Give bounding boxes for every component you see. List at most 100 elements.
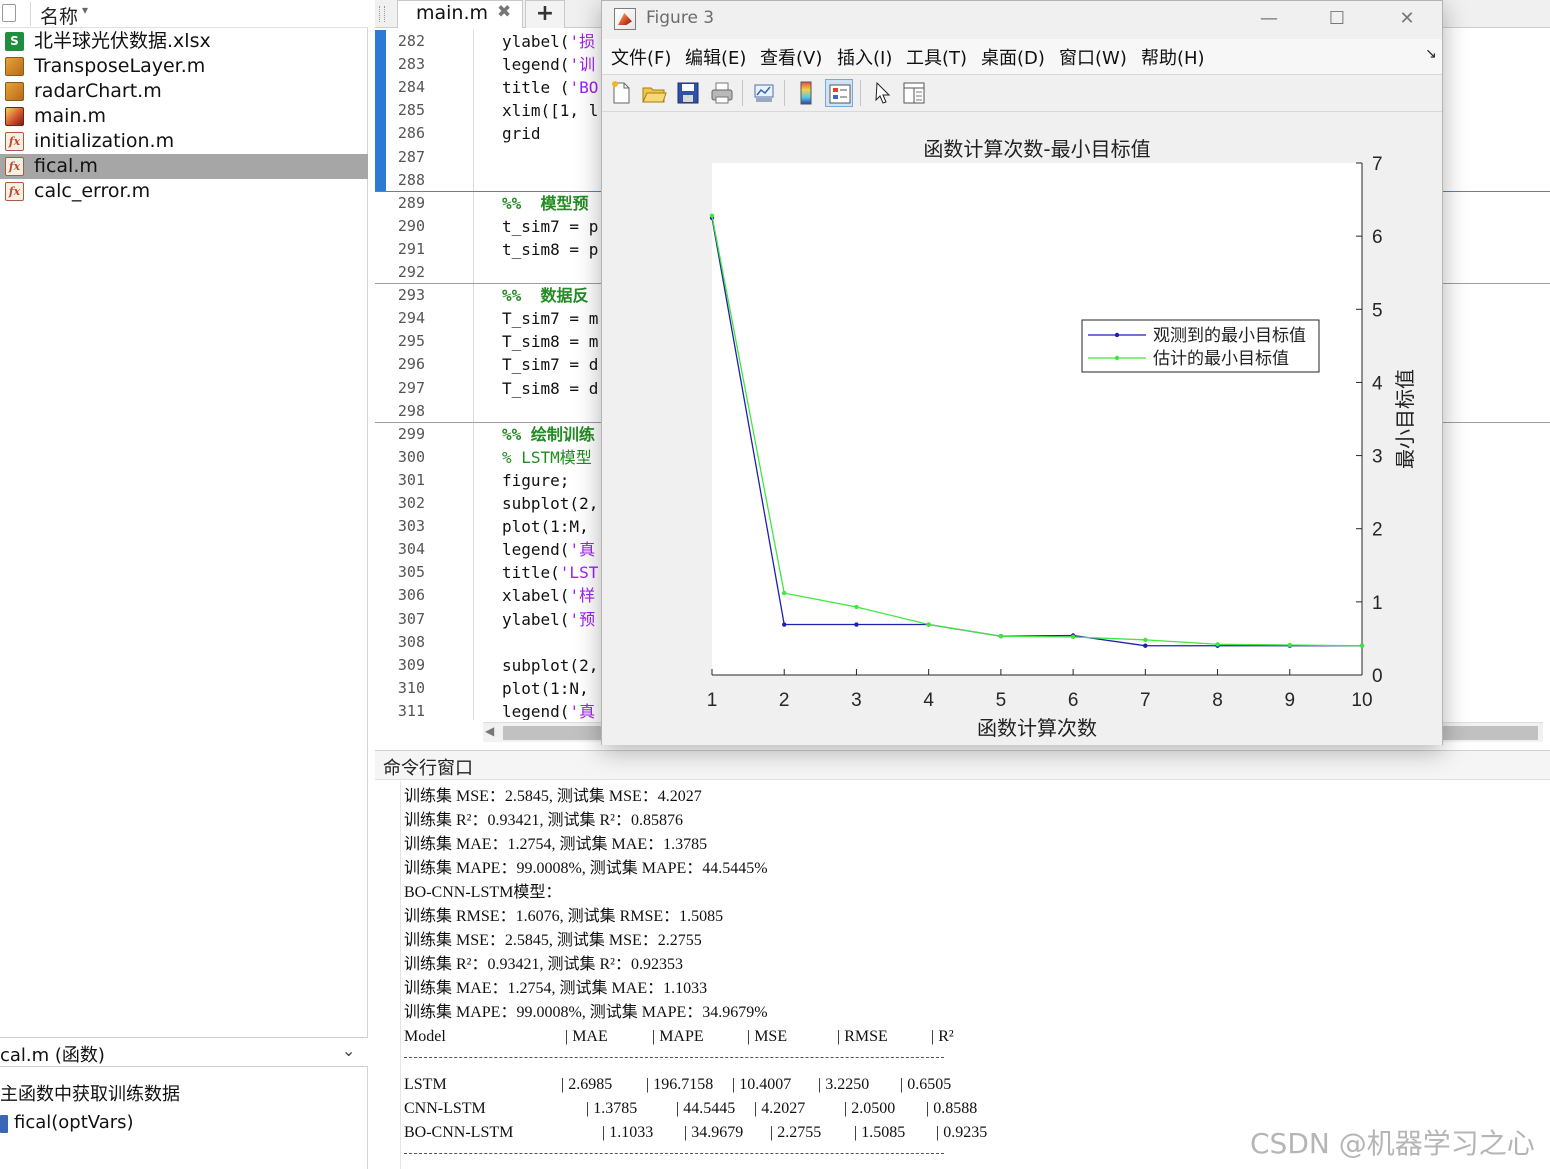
file-item[interactable]: main.m [0, 104, 368, 129]
current-folder-panel: 名称 ▾ S 北半球光伏数据.xlsx TransposeLayer.m radarC… [0, 0, 368, 1169]
menu-edit[interactable]: 编辑(E) [685, 44, 746, 70]
file-name: fical.m [34, 155, 98, 177]
code-text: legend('真 [502, 700, 595, 720]
details-panel-header[interactable]: cal.m (函数) ⌄ [0, 1037, 368, 1067]
code-token: xlabel( [502, 586, 570, 606]
menu-insert[interactable]: 插入(I) [837, 44, 892, 70]
colorbar-icon[interactable] [792, 79, 820, 107]
legend-label: 观测到的最小目标值 [1153, 326, 1306, 346]
menu-tools[interactable]: 工具(T) [906, 44, 967, 70]
table-cell: | 2.2755 [770, 1124, 822, 1141]
property-editor-icon[interactable] [900, 79, 928, 107]
file-item[interactable]: fx initialization.m [0, 129, 368, 154]
comment-token: %% 模型预 [502, 193, 589, 213]
code-token: legend( [502, 540, 570, 560]
line-number: 295 [397, 332, 425, 351]
figure-window[interactable]: Figure 3 — ☐ ✕ 文件(F) 编辑(E) 查看(V) 插入(I) 工… [601, 0, 1443, 745]
chart-title: 函数计算次数-最小目标值 [923, 137, 1150, 161]
file-item[interactable]: TransposeLayer.m [0, 54, 368, 79]
table-cell: | 34.9679 [684, 1124, 744, 1141]
code-text: ylabel('损 [502, 30, 595, 53]
x-tick-label: 1 [707, 690, 718, 711]
command-window[interactable]: 命令行窗口 训练集 MSE：2.5845, 测试集 MSE：4.2027 训练集 … [375, 750, 1550, 1169]
link-plot-icon[interactable] [750, 79, 778, 107]
output-line: 训练集 MAE：1.2754, 测试集 MAE：1.3785 [404, 836, 708, 853]
line-number: 293 [397, 286, 425, 305]
code-token: subplot(2, [502, 494, 599, 513]
figure-titlebar[interactable]: Figure 3 — ☐ ✕ [602, 1, 1442, 39]
table-cell: BO-CNN-LSTM [404, 1124, 514, 1141]
menu-desktop[interactable]: 桌面(D) [981, 44, 1045, 70]
code-token: title ( [502, 78, 570, 98]
maximize-button[interactable]: ☐ [1314, 5, 1360, 33]
tab-label: main.m [416, 2, 489, 24]
line-number: 297 [397, 378, 425, 397]
class-file-icon [5, 82, 24, 101]
x-tick-label: 8 [1212, 690, 1223, 711]
line-number: 311 [397, 701, 425, 720]
dock-figure-icon[interactable]: ↘ [1425, 46, 1437, 62]
figure-canvas[interactable]: 1 2 3 4 5 6 7 8 9 10 0 1 2 3 4 5 6 7 函数计算次数-最小目标值 函数计算次数 最小目… [602, 113, 1442, 745]
y-axis-label: 最小目标值 [1393, 369, 1417, 469]
data-point [998, 634, 1004, 639]
line-number: 292 [397, 263, 425, 281]
file-item[interactable]: fx fical.m [0, 154, 368, 179]
save-icon[interactable] [674, 79, 702, 107]
code-text: legend('训 [502, 53, 595, 76]
plot-svg: 1 2 3 4 5 6 7 8 9 100 1 2 3 4 5 6 7 函数计算次数-最小目标值函数计算次数 最小目… [707, 137, 1417, 740]
file-item[interactable]: S 北半球光伏数据.xlsx [0, 29, 368, 54]
pointer-icon[interactable] [868, 79, 896, 107]
sort-caret-icon[interactable]: ▾ [82, 3, 88, 17]
y-tick-label: 2 [1372, 520, 1383, 541]
code-token: T_sim8 = d [502, 378, 599, 398]
code-text: % LSTM模型 [502, 446, 592, 469]
name-column-header[interactable]: 名称 [40, 2, 78, 29]
menu-help[interactable]: 帮助(H) [1141, 44, 1205, 70]
y-tick-label: 3 [1372, 447, 1383, 468]
menu-file[interactable]: 文件(F) [611, 44, 671, 70]
close-button[interactable]: ✕ [1384, 5, 1430, 33]
scroll-left-icon[interactable]: ◀ [485, 724, 494, 738]
string-token: '样 [569, 586, 596, 606]
string-token: '真 [569, 540, 596, 560]
minimize-button[interactable]: — [1246, 5, 1292, 33]
tab-main-m[interactable]: main.m ✖ [397, 0, 523, 28]
x-tick-label: 7 [1140, 690, 1151, 711]
output-line: 训练集 MAPE：99.0008%, 测试集 MAPE：44.5445% [404, 860, 768, 877]
function-icon [0, 1115, 8, 1133]
menu-view[interactable]: 查看(V) [760, 44, 822, 70]
figure-toolbar [602, 74, 1442, 112]
x-axis-label: 函数计算次数 [977, 716, 1097, 740]
code-text: title('LST [502, 561, 598, 584]
code-token: T_sim7 = m [502, 309, 599, 329]
plus-icon: + [535, 1, 555, 26]
code-token: legend( [502, 701, 570, 720]
data-point [1143, 637, 1148, 643]
command-output[interactable]: 训练集 MSE：2.5845, 测试集 MSE：4.2027 训练集 R²：0.9… [375, 781, 1550, 1169]
legend-icon[interactable] [825, 79, 853, 107]
print-icon[interactable] [708, 79, 736, 107]
comment-token: %% 数据反 [502, 286, 589, 306]
open-file-icon[interactable] [640, 79, 668, 107]
code-token: ylabel( [502, 32, 570, 51]
menu-window[interactable]: 窗口(W) [1059, 44, 1127, 70]
new-figure-icon[interactable] [607, 79, 635, 107]
table-cell: | 2.6985 [561, 1076, 613, 1093]
string-token: '损 [569, 32, 596, 51]
file-item[interactable]: radarChart.m [0, 79, 368, 104]
new-tab-button[interactable]: + [525, 0, 565, 28]
data-point [926, 622, 931, 627]
output-line: 训练集 MSE：2.5845, 测试集 MSE：4.2027 [404, 788, 702, 805]
drag-grip-icon[interactable] [379, 6, 385, 22]
table-cell: | 10.4007 [732, 1076, 792, 1093]
line-number: 291 [397, 239, 425, 258]
chevron-down-icon[interactable]: ⌄ [342, 1041, 355, 1060]
file-item[interactable]: fx calc_error.m [0, 179, 368, 204]
code-token: legend( [502, 55, 570, 75]
column-divider [30, 2, 31, 26]
line-number: 282 [397, 32, 425, 50]
close-tab-icon[interactable]: ✖ [497, 2, 511, 22]
comment-token: % LSTM模型 [502, 447, 592, 467]
code-text: T_sim7 = m [502, 307, 598, 330]
line-number: 307 [397, 609, 425, 628]
